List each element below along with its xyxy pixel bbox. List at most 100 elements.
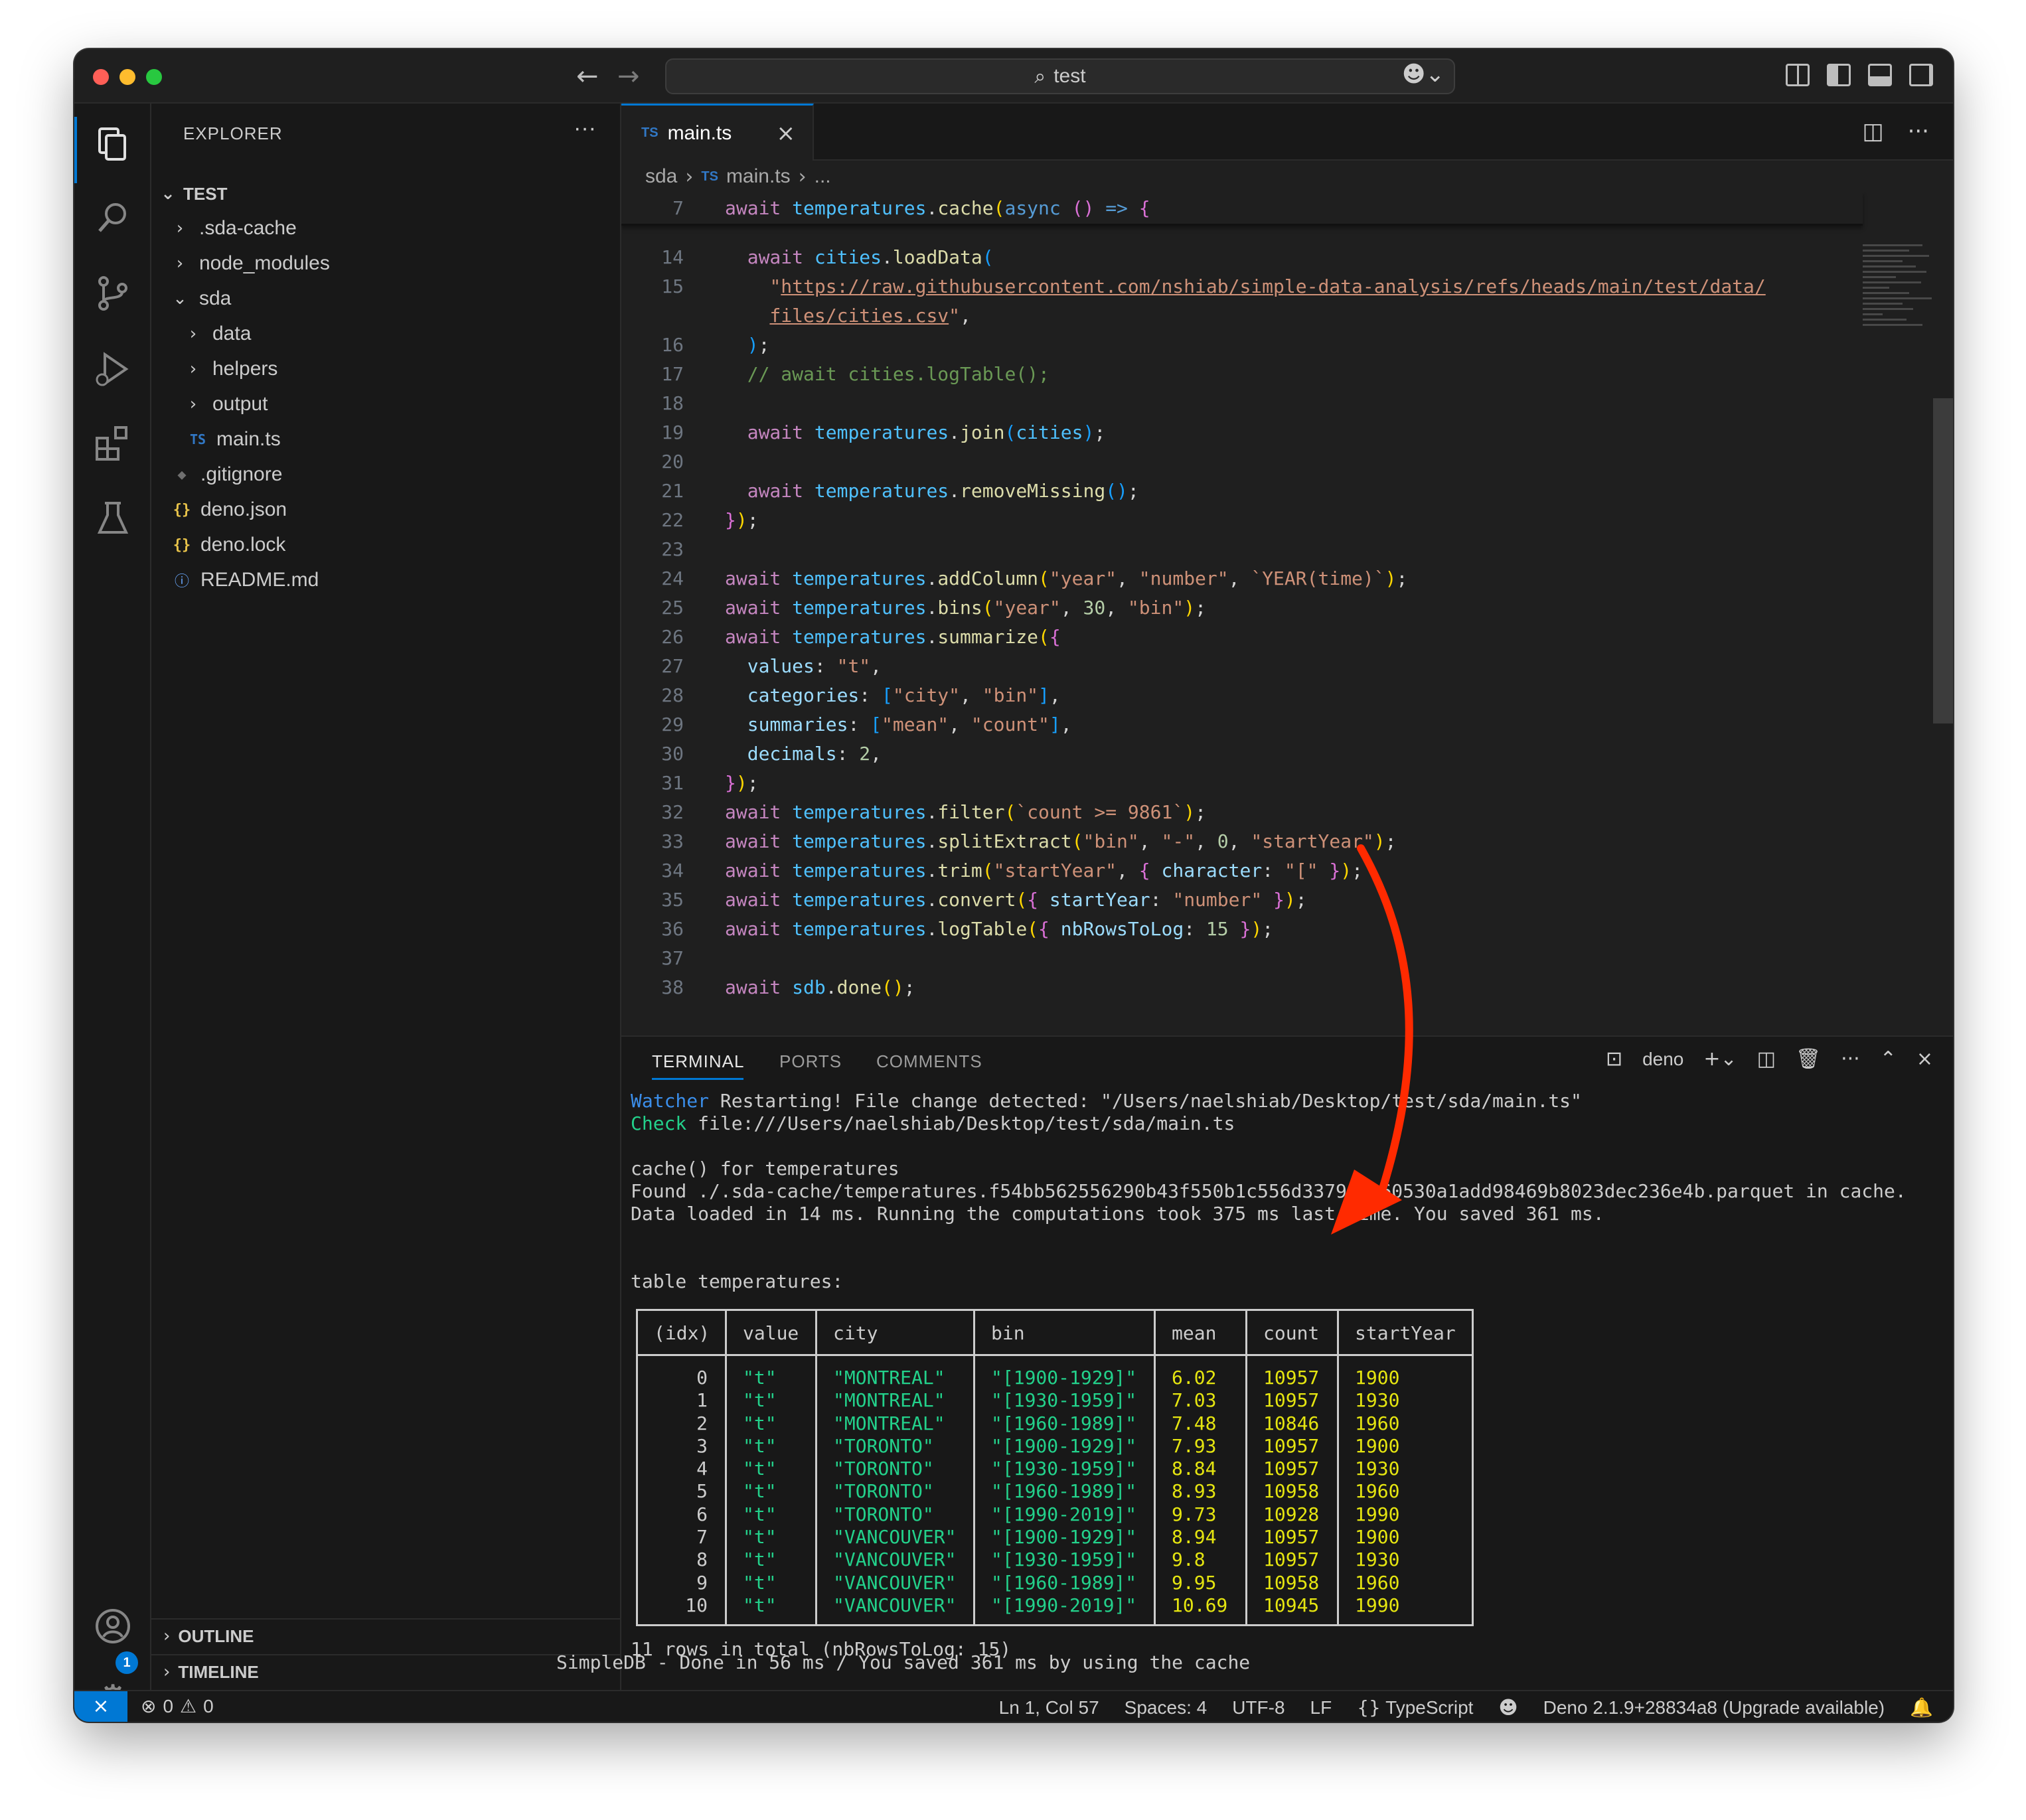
breadcrumb-symbol[interactable]: ... [815, 165, 831, 188]
encoding[interactable]: UTF-8 [1232, 1697, 1285, 1718]
tab-comments[interactable]: COMMENTS [876, 1051, 982, 1072]
back-arrow-icon[interactable]: ← [576, 60, 599, 93]
toggle-secondary-sidebar-icon[interactable] [1909, 64, 1933, 86]
close-panel-icon[interactable]: × [1916, 1047, 1933, 1071]
close-icon[interactable]: × [777, 120, 796, 147]
table-cell: 2 [696, 1412, 708, 1434]
minimize-window-button[interactable] [119, 69, 135, 85]
customize-layout-icon[interactable] [1786, 64, 1810, 86]
language-mode[interactable]: {} TypeScript [1357, 1697, 1473, 1718]
command-center-search[interactable]: ⌕ test [665, 58, 1455, 94]
code-line: 29 summaries: ["mean", "count"], [661, 714, 1072, 735]
source-control-icon[interactable] [93, 273, 133, 313]
toggle-panel-icon[interactable] [1868, 64, 1892, 86]
tree-item-sda-cache[interactable]: › .sda-cache [151, 211, 620, 246]
tree-item-deno-lock[interactable]: {} deno.lock [151, 528, 620, 562]
indentation[interactable]: Spaces: 4 [1125, 1697, 1208, 1718]
table-cell: "t" [743, 1549, 777, 1571]
typescript-file-icon: TS [189, 431, 206, 447]
tree-item-data[interactable]: › data [151, 317, 620, 351]
table-column-value: value "t" "t" "t" "t" "t" "t" "t" "t" "t" "t" "t" [727, 1311, 817, 1624]
warning-icon: ⚠ [180, 1695, 197, 1717]
editor-scrollbar[interactable] [1933, 398, 1953, 723]
zoom-window-button[interactable] [146, 69, 162, 85]
tree-item-sda[interactable]: ⌄ sda [151, 281, 620, 316]
tree-item-helpers[interactable]: › helpers [151, 352, 620, 386]
search-icon[interactable] [93, 198, 133, 238]
terminal-check-line: Check file:///Users/naelshiab/Desktop/te… [631, 1112, 1235, 1134]
run-debug-icon[interactable] [93, 349, 133, 389]
table-cell: 6.02 [1172, 1367, 1217, 1389]
chevron-down-icon: ⌄ [173, 289, 187, 309]
minimap[interactable] [1863, 244, 1936, 364]
terminal-name[interactable]: deno [1642, 1049, 1683, 1070]
close-window-button[interactable] [93, 69, 109, 85]
table-cell: "TORONTO" [833, 1434, 934, 1457]
git-file-icon: ◆ [177, 466, 187, 483]
code-editor[interactable]: 14 await cities.loadData( 15 "https://ra… [621, 192, 1953, 1035]
testing-icon[interactable] [93, 498, 133, 538]
tab-terminal[interactable]: TERMINAL [652, 1051, 744, 1072]
trash-icon[interactable]: 🗑 [1796, 1047, 1821, 1071]
tab-main-ts[interactable]: TS main.ts × [621, 104, 814, 161]
accounts-icon[interactable] [93, 1606, 133, 1646]
table-cell: "t" [743, 1389, 777, 1412]
more-actions-icon[interactable]: ··· [574, 115, 596, 141]
end-of-line[interactable]: LF [1310, 1697, 1332, 1718]
sticky-line: 7 await temperatures.cache(async () => { [672, 197, 1150, 219]
cursor-position[interactable]: Ln 1, Col 57 [999, 1697, 1099, 1718]
tree-item-node-modules[interactable]: › node_modules [151, 246, 620, 281]
output-table: (idx) 0 1 2 3 4 5 6 7 8 9 10 value "t" "t" "t" "t" "t"… [636, 1309, 1474, 1626]
chevron-right-icon: › [176, 254, 184, 273]
tree-item-main-ts[interactable]: TS main.ts [151, 422, 620, 457]
new-terminal-icon[interactable]: +⌄ [1703, 1047, 1737, 1071]
table-cell: "[1900-1929]" [991, 1434, 1137, 1457]
timeline-section[interactable]: › TIMELINE [151, 1654, 620, 1689]
table-cell: 7.48 [1172, 1412, 1217, 1434]
extensions-icon[interactable] [93, 423, 133, 463]
table-cell: 10 [685, 1594, 708, 1616]
maximize-panel-icon[interactable]: ⌃ [1880, 1047, 1897, 1071]
table-cell: "t" [743, 1571, 777, 1594]
more-actions-icon[interactable]: ··· [1841, 1047, 1860, 1071]
code-line: 32 await temperatures.filter(`count >= 98… [661, 801, 1206, 823]
explorer-sidebar: EXPLORER ··· ⌄ TEST › .sda-cache › node_… [151, 104, 621, 1690]
terminal-loaded-line: Data loaded in 14 ms. Running the comput… [631, 1203, 1604, 1225]
table-cell: 6 [696, 1503, 708, 1525]
table-cell: "t" [743, 1503, 777, 1525]
more-actions-icon[interactable]: ··· [1908, 118, 1929, 145]
table-cell: 1930 [1355, 1389, 1400, 1412]
explorer-icon[interactable] [93, 123, 133, 163]
braces-icon: {} [1357, 1697, 1381, 1718]
tree-item-gitignore[interactable]: ◆ .gitignore [151, 457, 620, 492]
copilot-icon[interactable]: ☻⌄ [1402, 61, 1444, 88]
tab-ports[interactable]: PORTS [779, 1051, 842, 1072]
split-editor-icon[interactable]: ◫ [1862, 118, 1883, 145]
tree-item-deno-json[interactable]: {} deno.json [151, 493, 620, 527]
table-cell: 8.93 [1172, 1480, 1217, 1503]
tree-item-readme[interactable]: ⓘ README.md [151, 563, 620, 597]
outline-section[interactable]: › OUTLINE [151, 1618, 620, 1653]
breadcrumb-folder[interactable]: sda [645, 165, 677, 188]
code-line: 18 [661, 392, 684, 414]
problems-status[interactable]: ⊗ 0 ⚠ 0 [141, 1695, 214, 1717]
forward-arrow-icon[interactable]: → [617, 60, 640, 93]
workspace-root[interactable]: ⌄ TEST [151, 177, 620, 211]
bell-icon[interactable]: 🔔 [1910, 1697, 1933, 1718]
table-cell: "VANCOUVER" [833, 1526, 957, 1549]
tree-item-output[interactable]: › output [151, 387, 620, 421]
breadcrumb-file[interactable]: main.ts [726, 165, 791, 188]
active-tab-underline [652, 1078, 743, 1080]
toggle-primary-sidebar-icon[interactable] [1827, 64, 1851, 86]
remote-icon[interactable]: ⨯ [74, 1691, 127, 1722]
status-bar: ⨯ ⊗ 0 ⚠ 0 Ln 1, Col 57 Spaces: 4 UTF-8 L… [74, 1690, 1953, 1722]
sticky-scroll-header[interactable]: 7 await temperatures.cache(async () => { [621, 192, 1863, 226]
table-cell: 10957 [1263, 1458, 1320, 1480]
copilot-status-icon[interactable]: ☻ [1498, 1697, 1518, 1718]
split-terminal-icon[interactable]: ◫ [1757, 1047, 1776, 1071]
title-bar: ← → ⌕ test ☻⌄ [74, 49, 1953, 104]
deno-version[interactable]: Deno 2.1.9+28834a8 (Upgrade available) [1543, 1697, 1885, 1718]
terminal-panel: TERMINAL PORTS COMMENTS ⊡ deno +⌄ ◫ 🗑 ··… [621, 1035, 1953, 1690]
table-cell: "t" [743, 1367, 777, 1389]
table-cell: "t" [743, 1458, 777, 1480]
